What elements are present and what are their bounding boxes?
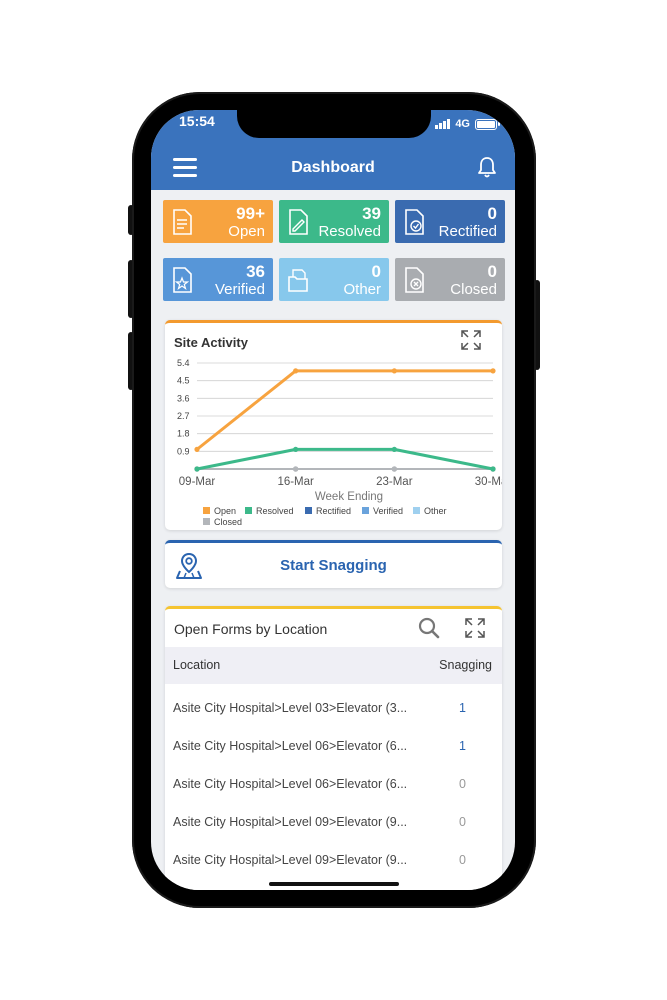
tile-open[interactable]: 99+ Open (163, 200, 273, 243)
legend-label: Open (214, 506, 236, 516)
tile-label: Resolved (318, 223, 381, 240)
tile-label: Verified (214, 281, 265, 298)
tile-count: 0 (487, 262, 497, 281)
x-tick-label: 09-Mar (179, 476, 216, 488)
data-point-resolved (391, 446, 397, 452)
tile-label: Open (228, 223, 265, 240)
data-point-resolved (194, 466, 200, 472)
folder-document-icon (288, 269, 308, 292)
phone-screen: 15:54 4G Dashboard 99+ Open 39 Resolved (151, 110, 515, 890)
row-snagging-count[interactable]: 0 (459, 815, 466, 829)
site-activity-card: Site Activity 0.9 1.8 2.7 3.6 4.5 5.4 09-Mar 16… (165, 320, 502, 530)
signal-icon (435, 119, 451, 129)
tile-verified[interactable]: 36 Verified (163, 258, 273, 301)
data-point-closed (391, 466, 397, 472)
phone-notch (237, 106, 431, 138)
network-type: 4G (455, 118, 470, 130)
table-row[interactable]: Asite City Hospital>Level 03>Elevator (3… (165, 689, 502, 727)
legend-label: Resolved (256, 506, 294, 516)
legend-swatch-rectified (305, 507, 312, 514)
table-row[interactable]: Asite City Hospital>Level 06>Elevator (6… (165, 765, 502, 803)
open-forms-title: Open Forms by Location (174, 621, 328, 637)
y-tick-label: 0.9 (177, 446, 190, 456)
legend-swatch-open (203, 507, 210, 514)
row-location: Asite City Hospital>Level 06>Elevator (6… (173, 739, 408, 753)
table-row[interactable]: Asite City Hospital>Level 09>Elevator (9… (165, 803, 502, 841)
x-tick-label: 16-Mar (277, 476, 314, 488)
document-edit-icon (289, 209, 308, 235)
legend-swatch-closed (203, 518, 210, 525)
x-tick-label: 30-Mar (475, 476, 502, 488)
tile-count: 0 (487, 204, 497, 223)
tile-label: Rectified (438, 223, 497, 240)
tile-resolved[interactable]: 39 Resolved (279, 200, 389, 243)
y-tick-label: 4.5 (177, 376, 190, 386)
column-header-location[interactable]: Location (173, 658, 220, 672)
document-close-icon (405, 267, 424, 293)
legend-swatch-resolved (245, 507, 252, 514)
data-point-open (490, 368, 496, 374)
document-star-icon (173, 267, 192, 293)
status-indicators: 4G (435, 118, 500, 130)
table-row[interactable]: Asite City Hospital>Level 09>Elevator (9… (165, 841, 502, 879)
tile-label: Other (343, 281, 381, 298)
data-point-resolved (293, 446, 299, 452)
tile-closed[interactable]: 0 Closed (395, 258, 505, 301)
data-point-open (194, 446, 200, 452)
legend-label: Other (424, 506, 447, 516)
row-location: Asite City Hospital>Level 03>Elevator (3… (173, 701, 408, 715)
bell-icon[interactable] (475, 155, 499, 179)
tile-label: Closed (450, 281, 497, 298)
legend-swatch-verified (362, 507, 369, 514)
table-header: Location Snagging (165, 647, 502, 684)
legend-label: Rectified (316, 506, 351, 516)
y-tick-label: 1.8 (177, 429, 190, 439)
tile-count: 0 (371, 262, 381, 281)
data-point-open (391, 368, 397, 374)
y-tick-label: 3.6 (177, 393, 190, 403)
tile-rectified[interactable]: 0 Rectified (395, 200, 505, 243)
search-icon[interactable] (418, 617, 440, 639)
row-snagging-count[interactable]: 1 (459, 701, 466, 715)
document-icon (173, 209, 192, 235)
series-line-resolved (196, 447, 494, 471)
row-snagging-count[interactable]: 0 (459, 777, 466, 791)
battery-icon (475, 118, 500, 130)
start-snagging-label: Start Snagging (280, 557, 387, 574)
open-forms-card: Open Forms by Location Location Snagging… (165, 606, 502, 890)
tile-count: 36 (246, 262, 265, 281)
x-axis-title: Week Ending (315, 491, 383, 503)
expand-icon[interactable] (464, 617, 486, 639)
data-point-open (293, 368, 299, 374)
tile-count: 39 (362, 204, 381, 223)
table-row[interactable]: Asite City Hospital>Level 06>Elevator (6… (165, 727, 502, 765)
data-point-closed (293, 466, 299, 472)
document-check-icon (405, 209, 424, 235)
site-activity-chart: 0.9 1.8 2.7 3.6 4.5 5.4 09-Mar 16-Mar 23-Mar 30-M… (177, 358, 502, 527)
status-time: 15:54 (179, 113, 215, 129)
row-location: Asite City Hospital>Level 09>Elevator (9… (173, 815, 408, 829)
legend-label: Verified (373, 506, 403, 516)
row-snagging-count[interactable]: 1 (459, 739, 466, 753)
y-tick-label: 2.7 (177, 411, 190, 421)
y-tick-label: 5.4 (177, 358, 190, 368)
legend-swatch-other (413, 507, 420, 514)
row-snagging-count[interactable]: 0 (459, 853, 466, 867)
tile-other[interactable]: 0 Other (279, 258, 389, 301)
row-location: Asite City Hospital>Level 06>Elevator (6… (173, 777, 408, 791)
legend-label: Closed (214, 517, 242, 527)
row-location: Asite City Hospital>Level 09>Elevator (9… (173, 853, 408, 867)
x-tick-label: 23-Mar (376, 476, 413, 488)
data-point-resolved (490, 466, 496, 472)
start-snagging-button[interactable]: Start Snagging (165, 540, 502, 588)
series-line-open (196, 369, 493, 451)
tile-count: 99+ (236, 204, 265, 223)
page-title: Dashboard (291, 159, 375, 176)
home-indicator (269, 882, 399, 886)
column-header-snagging[interactable]: Snagging (439, 658, 492, 672)
